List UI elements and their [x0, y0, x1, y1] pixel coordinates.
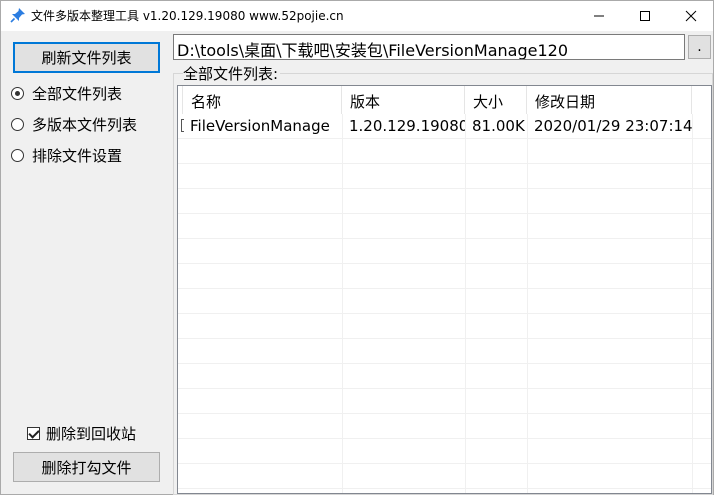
grid-line — [178, 388, 711, 389]
cell-name: FileVersionManage — [190, 117, 330, 135]
checkbox-checked-icon[interactable] — [27, 426, 40, 440]
grid-line — [465, 114, 466, 493]
column-header-version[interactable]: 版本 — [342, 86, 465, 114]
grid-line — [178, 338, 711, 339]
column-header-modified[interactable]: 修改日期 — [527, 86, 692, 114]
delete-checked-files-button[interactable]: 删除打勾文件 — [13, 452, 160, 482]
radio-all-files-label: 全部文件列表 — [32, 84, 123, 103]
recycle-checkbox[interactable]: 删除到回收站 — [27, 422, 136, 444]
grid-line — [178, 213, 711, 214]
recycle-checkbox-label: 删除到回收站 — [46, 424, 137, 443]
grid-line — [692, 114, 693, 493]
maximize-button[interactable] — [622, 1, 668, 31]
radio-unselected-icon[interactable] — [11, 117, 24, 131]
title-bar: 文件多版本整理工具 v1.20.129.19080 www.52pojie.cn — [1, 1, 713, 31]
grid-line — [178, 438, 711, 439]
radio-selected-icon[interactable] — [11, 86, 24, 100]
grid-line — [178, 163, 711, 164]
grid-line — [178, 363, 711, 364]
radio-multi-version-label: 多版本文件列表 — [32, 115, 138, 134]
grid-line — [178, 263, 711, 264]
radio-exclude-settings-label: 排除文件设置 — [32, 146, 123, 165]
browse-button[interactable]: . — [688, 35, 711, 59]
grid-line — [178, 463, 711, 464]
list-header: 名称 版本 大小 修改日期 — [178, 86, 711, 114]
maximize-icon — [640, 11, 650, 21]
refresh-file-list-button[interactable]: 刷新文件列表 — [13, 42, 160, 73]
close-icon — [685, 10, 697, 22]
close-button[interactable] — [668, 1, 714, 31]
cell-modified: 2020/01/29 23:07:14 — [534, 117, 692, 135]
grid-line — [178, 238, 711, 239]
file-list-view[interactable]: 名称 版本 大小 修改日期 FileVersionManage 1.20.129… — [177, 85, 712, 494]
grid-line — [178, 138, 711, 139]
grid-line — [178, 413, 711, 414]
minimize-icon — [594, 15, 604, 17]
app-window: 文件多版本整理工具 v1.20.129.19080 www.52pojie.cn… — [0, 0, 714, 495]
window-title: 文件多版本整理工具 v1.20.129.19080 www.52pojie.cn — [31, 9, 344, 23]
file-list-group-label: 全部文件列表: — [183, 63, 281, 84]
cell-size: 81.00K — [472, 117, 525, 135]
grid-line — [527, 114, 528, 493]
minimize-button[interactable] — [576, 1, 622, 31]
grid-line — [178, 313, 711, 314]
pin-icon — [10, 7, 26, 23]
grid-line — [342, 114, 343, 493]
column-header-size[interactable]: 大小 — [465, 86, 527, 114]
radio-unselected-icon[interactable] — [11, 148, 24, 162]
radio-multi-version[interactable]: 多版本文件列表 — [11, 113, 137, 135]
cell-version: 1.20.129.19080 — [349, 117, 465, 135]
table-row[interactable]: FileVersionManage 1.20.129.19080 81.00K … — [178, 116, 711, 138]
grid-line — [178, 188, 711, 189]
grid-line — [178, 288, 711, 289]
radio-exclude-settings[interactable]: 排除文件设置 — [11, 144, 122, 166]
grid-line — [178, 488, 711, 489]
path-field[interactable]: D:\tools\桌面\下载吧\安装包\FileVersionManage120 — [173, 34, 685, 60]
column-header-name[interactable]: 名称 — [183, 86, 342, 114]
radio-all-files[interactable]: 全部文件列表 — [11, 82, 122, 104]
